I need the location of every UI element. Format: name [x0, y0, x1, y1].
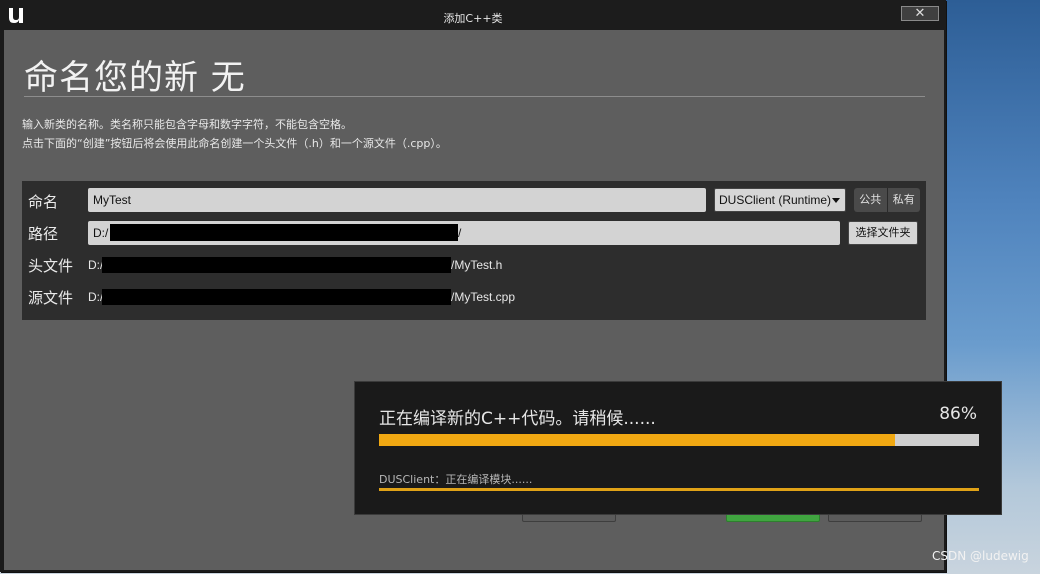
- visibility-toggle: 公共 私有: [854, 188, 920, 212]
- module-dropdown-value: DUSClient (Runtime): [719, 193, 832, 207]
- chevron-down-icon: [832, 198, 840, 203]
- redacted-header-path: [102, 257, 451, 273]
- visibility-public-button[interactable]: 公共: [854, 188, 888, 212]
- header-file-label: 头文件: [28, 257, 74, 275]
- class-name-input[interactable]: MyTest: [88, 188, 706, 212]
- description-line-2: 点击下面的“创建”按钮后将会使用此命名创建一个头文件（.h）和一个源文件（.cp…: [22, 137, 447, 150]
- compile-progress-dialog: 正在编译新的C++代码。请稍候...... 86% DUSClient：正在编译…: [354, 381, 1002, 515]
- window-title: 添加C++类: [443, 12, 503, 25]
- path-suffix: /: [458, 226, 462, 240]
- progress-bar-fill: [379, 434, 895, 446]
- progress-percent: 86%: [939, 404, 977, 424]
- progress-status: DUSClient：正在编译模块......: [379, 473, 533, 486]
- path-prefix: D:/: [93, 226, 109, 240]
- visibility-private-button[interactable]: 私有: [888, 188, 921, 212]
- source-file-label: 源文件: [28, 289, 74, 307]
- module-dropdown[interactable]: DUSClient (Runtime): [714, 188, 846, 212]
- title-bar[interactable]: 添加C++类 ✕: [0, 0, 946, 30]
- page-title: 命名您的新 无: [24, 58, 246, 98]
- description-line-1: 输入新类的名称。类名称只能包含字母和数字字符，不能包含空格。: [22, 118, 352, 131]
- name-label: 命名: [28, 193, 59, 211]
- watermark: CSDN @ludewig: [932, 549, 1029, 563]
- progress-underline: [379, 488, 979, 491]
- divider: [24, 96, 925, 97]
- choose-folder-button[interactable]: 选择文件夹: [848, 221, 918, 245]
- progress-bar: [379, 434, 979, 446]
- header-path-suffix: /MyTest.h: [451, 258, 503, 272]
- redacted-path: [110, 224, 458, 241]
- path-input[interactable]: D:/ /: [88, 221, 840, 245]
- progress-title: 正在编译新的C++代码。请稍候......: [379, 409, 656, 429]
- close-button[interactable]: ✕: [901, 6, 939, 21]
- source-path-suffix: /MyTest.cpp: [451, 290, 516, 304]
- path-label: 路径: [28, 225, 59, 243]
- redacted-source-path: [102, 289, 451, 305]
- class-form-panel: 命名 MyTest DUSClient (Runtime) 公共 私有 路径 D…: [22, 181, 926, 320]
